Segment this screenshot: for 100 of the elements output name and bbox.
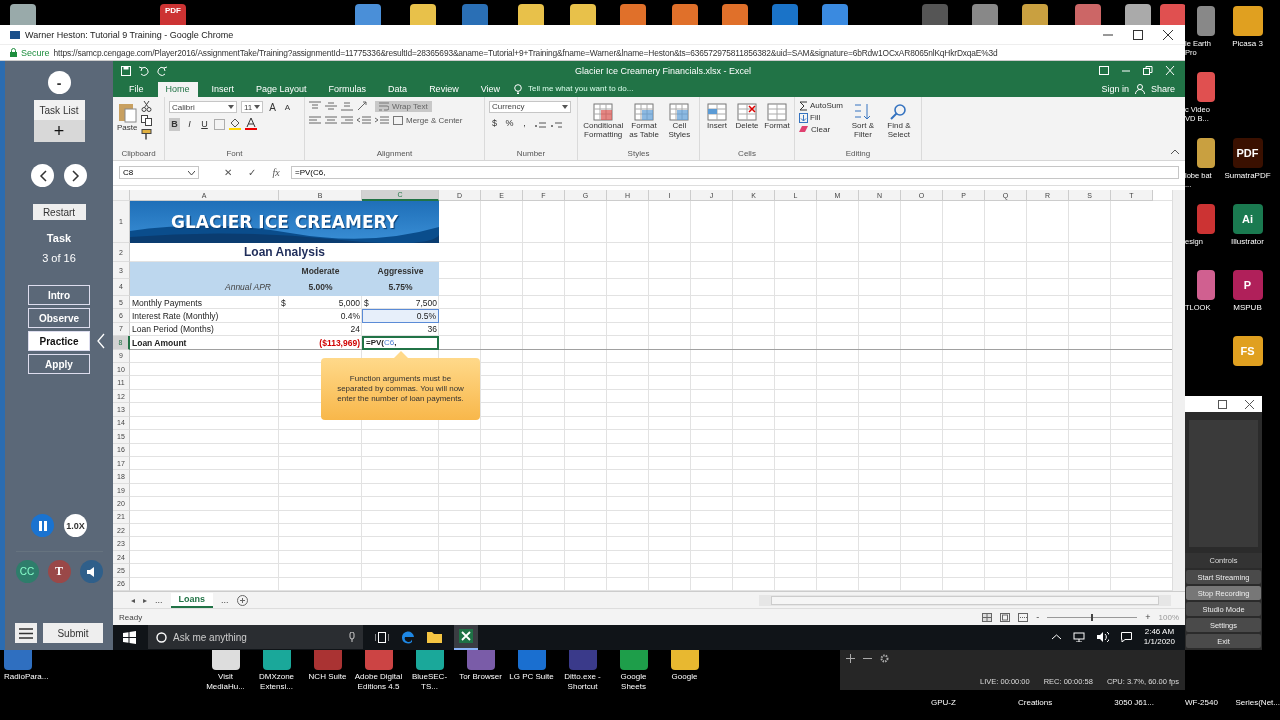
icon-label[interactable]: BlueSEC-TS... (404, 672, 455, 692)
add-button[interactable]: + (33, 120, 85, 142)
close-icon[interactable] (1163, 29, 1173, 40)
fill-color-icon[interactable] (229, 118, 241, 131)
zoom-in-button[interactable]: + (1145, 612, 1151, 622)
icon-label[interactable]: Ditto.exe - Shortcut (557, 672, 608, 692)
font-style-button[interactable]: I (184, 117, 195, 131)
icon-label[interactable]: MSPUB (1233, 303, 1262, 312)
clock-time[interactable]: 2:46 AM (1144, 627, 1175, 638)
ribbon-options-icon[interactable] (1099, 66, 1109, 76)
font-style-button[interactable]: U (199, 117, 210, 131)
outdent-icon[interactable] (357, 115, 371, 126)
number-style-button[interactable]: , (519, 116, 530, 130)
font-style-button[interactable]: B (169, 117, 180, 131)
folder-icon[interactable] (427, 631, 442, 644)
number-style-button[interactable]: % (504, 116, 515, 130)
formula-field[interactable]: =PV(C6, (291, 166, 1179, 180)
ribbon-tab[interactable]: File (121, 81, 152, 97)
icon-label[interactable]: Google Sheets (608, 672, 659, 692)
number-format-dropdown[interactable]: Currency (489, 100, 571, 113)
copy-icon[interactable] (141, 114, 153, 126)
icon-label[interactable]: Creations (1018, 698, 1053, 708)
fill-button[interactable]: Fill (799, 112, 821, 123)
spreadsheet-app-button[interactable] (454, 625, 478, 650)
icon-label[interactable]: NCH Suite (308, 672, 347, 682)
restore-icon[interactable] (1143, 66, 1153, 76)
merge-center-button[interactable]: Merge & Center (393, 116, 463, 126)
sign-in-link[interactable]: Sign in (1101, 83, 1129, 94)
mode-tab[interactable]: Apply (28, 354, 90, 374)
ribbon-tab[interactable]: Data (380, 81, 416, 97)
gear-icon[interactable] (880, 654, 889, 663)
normal-view-icon[interactable] (982, 612, 993, 622)
horizontal-scrollbar[interactable] (759, 594, 1171, 606)
next-button[interactable] (64, 164, 87, 187)
number-style-button[interactable]: $ (489, 116, 500, 130)
vertical-scrollbar[interactable] (1172, 189, 1185, 592)
icon-label[interactable]: LG PC Suite (509, 672, 554, 682)
autosum-button[interactable]: AutoSum (799, 100, 843, 111)
app-icon[interactable]: PDF (160, 4, 186, 25)
add-sheet-icon[interactable] (236, 594, 248, 606)
save-icon[interactable] (121, 65, 131, 76)
page-break-icon[interactable] (1018, 612, 1029, 622)
grow-font-button[interactable]: A (267, 100, 278, 114)
icon-label[interactable]: 3050 J61... (1114, 698, 1154, 708)
cut-icon[interactable] (141, 100, 153, 112)
restart-button[interactable]: Restart (32, 204, 86, 220)
font-color-icon[interactable] (245, 118, 257, 131)
captions-button[interactable]: CC (15, 560, 39, 583)
collapse-button[interactable]: - (47, 71, 71, 94)
icon-label[interactable]: Tor Browser (459, 672, 502, 682)
wrap-text-button[interactable]: Wrap Text (375, 100, 432, 112)
page-layout-icon[interactable] (1000, 612, 1011, 622)
styles-button[interactable]: Conditional Formatting (582, 98, 625, 149)
app-icon[interactable] (262, 650, 291, 670)
mode-tab[interactable]: Intro (28, 285, 90, 305)
browser-icon[interactable] (401, 630, 415, 645)
zoom-out-button[interactable]: - (1036, 612, 1040, 622)
icon-label[interactable]: Picasa 3 (1232, 39, 1263, 48)
collapse-ribbon-icon[interactable] (1171, 148, 1179, 154)
format-painter-icon[interactable] (141, 128, 153, 140)
ribbon-tab[interactable]: Page Layout (248, 81, 315, 97)
icon-label[interactable]: SumatraPDF (1224, 171, 1271, 180)
icon-label[interactable]: Google (671, 672, 698, 682)
ribbon-tab[interactable]: Review (421, 81, 467, 97)
paste-button[interactable]: Paste (117, 98, 138, 149)
ribbon-tab[interactable]: Insert (203, 81, 243, 97)
zoom-slider-thumb[interactable] (1091, 613, 1094, 621)
audio-button[interactable] (79, 560, 103, 583)
mode-tab[interactable]: Practice (28, 331, 90, 351)
app-icon[interactable]: Ai (1232, 204, 1263, 234)
previous-button[interactable] (31, 164, 54, 187)
editing-button[interactable]: Sort & Filter (846, 98, 879, 149)
chevron-up-icon[interactable] (1051, 634, 1061, 641)
cells-button[interactable]: Insert (704, 98, 730, 149)
icon-label[interactable]: WF-2540 (1185, 698, 1218, 708)
more-sheets-button[interactable]: ... (155, 595, 163, 606)
sheet-scroll-button[interactable]: ◂ (131, 595, 135, 605)
app-icon[interactable] (211, 650, 240, 670)
volume-icon[interactable] (1096, 632, 1109, 643)
more-sheets-button[interactable]: ... (221, 595, 229, 606)
mode-tab[interactable]: Observe (28, 308, 90, 328)
ribbon-tab[interactable]: Formulas (320, 81, 375, 97)
redo-icon[interactable] (157, 65, 167, 76)
menu-button[interactable] (15, 623, 37, 643)
cells-button[interactable]: Format (764, 98, 790, 149)
icon-label[interactable]: Illustrator (1231, 237, 1264, 246)
undo-icon[interactable] (139, 65, 149, 76)
ribbon-tab[interactable]: Home (157, 81, 198, 97)
indent-icon[interactable] (375, 115, 389, 126)
maximize-icon[interactable] (1133, 29, 1143, 40)
ribbon-tab[interactable]: View (472, 81, 508, 97)
font-size-dropdown[interactable]: 11 (241, 101, 263, 114)
sheet-tab[interactable]: Loans (170, 592, 214, 608)
submit-button[interactable]: Submit (43, 623, 103, 643)
tell-me-field[interactable]: Tell me what you want to do... (528, 84, 634, 94)
task-view-icon[interactable] (375, 632, 389, 643)
insert-function-button[interactable]: fx (267, 167, 285, 179)
speed-button[interactable]: 1.0X (64, 514, 87, 537)
search-field[interactable]: Ask me anything (148, 625, 363, 650)
icon-label[interactable]: GPU-Z (931, 698, 956, 708)
